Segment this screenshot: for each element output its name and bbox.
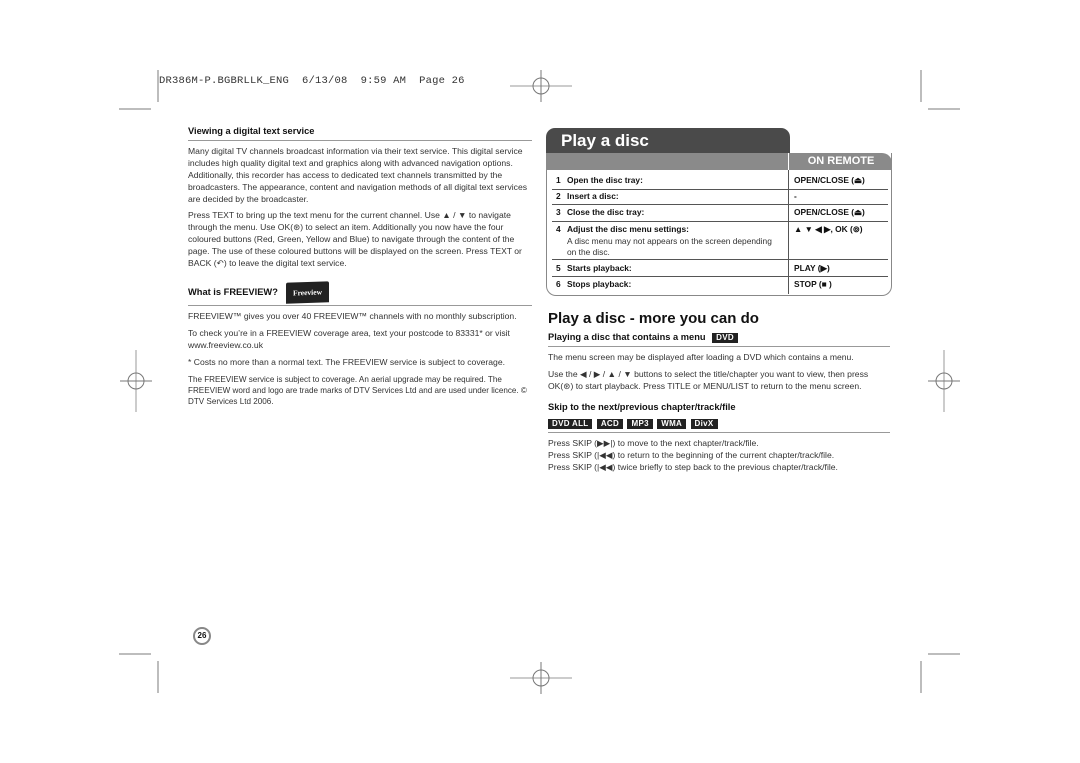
slug-date: 6/13/08 (302, 75, 348, 87)
paragraph: FREEVIEW™ gives you over 40 FREEVIEW™ ch… (188, 310, 517, 321)
freeview-heading: What is FREEVIEW? (188, 286, 278, 297)
format-badge: ACD (596, 418, 624, 429)
crop-mark (157, 661, 159, 693)
registration-mark-icon (120, 350, 152, 412)
format-badge: DVD ALL (548, 418, 593, 429)
step-label: Starts playback: (567, 263, 632, 273)
step-label: Close the disc tray: (567, 207, 645, 217)
remote-key: ▲ ▼ ◀ ▶, OK (⊚) (794, 224, 863, 234)
section-title: Play a disc - more you can do (548, 310, 759, 327)
remote-key: OPEN/CLOSE (⏏) (794, 207, 865, 217)
step-note: A disc menu may not appears on the scree… (567, 236, 772, 257)
step-number: 4 (556, 224, 561, 234)
section-tab-title: Play a disc (546, 128, 790, 154)
menu-heading: Playing a disc that contains a menu (548, 332, 706, 342)
step-row: 3 Close the disc tray: OPEN/CLOSE (⏏) (552, 207, 888, 222)
step-row: 4 Adjust the disc menu settings: A disc … (552, 224, 888, 260)
registration-mark-icon (928, 350, 960, 412)
slug-page: Page 26 (419, 75, 465, 87)
right-column: Playing a disc that contains a menu DVD … (548, 332, 890, 474)
skip-line: Press SKIP (|◀◀) to return to the beginn… (548, 450, 835, 461)
step-row: 5 Starts playback: PLAY (▶) (552, 263, 888, 277)
paragraph: The menu screen may be displayed after l… (548, 351, 854, 362)
crop-mark (928, 108, 960, 110)
crop-mark (119, 653, 151, 655)
step-row: 2 Insert a disc: - (552, 191, 888, 205)
paragraph: Press TEXT to bring up the text menu for… (188, 210, 522, 269)
format-badge: DVD (712, 333, 738, 343)
paragraph: Use the ◀ / ▶ / ▲ / ▼ buttons to select … (548, 368, 869, 391)
footnote: * Costs no more than a normal text. The … (188, 356, 505, 367)
page-number: 26 (193, 627, 211, 645)
left-column: Viewing a digital text service Many digi… (188, 126, 532, 412)
step-label: Stops playback: (567, 279, 632, 289)
step-label: Insert a disc: (567, 191, 619, 201)
format-badge: WMA (657, 418, 687, 429)
step-number: 2 (556, 191, 561, 201)
section-heading: What is FREEVIEW? Freeview (188, 281, 532, 306)
crop-mark (119, 108, 151, 110)
step-row: 1 Open the disc tray: OPEN/CLOSE (⏏) (552, 175, 888, 190)
steps-table-header: ON REMOTE (546, 153, 892, 170)
skip-line: Press SKIP (|◀◀) twice briefly to step b… (548, 462, 838, 473)
step-number: 6 (556, 279, 561, 289)
registration-mark-icon (510, 70, 572, 102)
legal-text: The FREEVIEW service is subject to cover… (188, 374, 527, 406)
format-badges: DVD ALL ACD MP3 WMA DivX (548, 418, 890, 434)
section-heading: Playing a disc that contains a menu DVD (548, 332, 890, 347)
crop-mark (920, 661, 922, 693)
step-number: 5 (556, 263, 561, 273)
freeview-logo: Freeview (285, 281, 329, 304)
slug-time: 9:59 AM (360, 75, 407, 87)
step-number: 3 (556, 207, 561, 217)
print-slug: DR386M-P.BGBRLLK_ENG 6/13/08 9:59 AM Pag… (159, 75, 465, 87)
step-row: 6 Stops playback: STOP (■ ) (552, 279, 888, 292)
remote-key: OPEN/CLOSE (⏏) (794, 175, 865, 185)
crop-mark (920, 70, 922, 102)
slug-file: DR386M-P.BGBRLLK_ENG (159, 75, 290, 87)
section-heading: Skip to the next/previous chapter/track/… (548, 401, 736, 412)
remote-key: - (794, 191, 797, 201)
paragraph: To check you’re in a FREEVIEW coverage a… (188, 327, 510, 350)
on-remote-header: ON REMOTE (788, 153, 893, 170)
remote-key: PLAY (▶) (794, 263, 830, 273)
step-label: Adjust the disc menu settings: (567, 224, 689, 234)
step-number: 1 (556, 175, 561, 185)
section-heading: Viewing a digital text service (188, 126, 532, 141)
format-badge: MP3 (627, 418, 653, 429)
registration-mark-icon (510, 662, 572, 694)
format-badge: DivX (690, 418, 718, 429)
skip-line: Press SKIP (▶▶|) to move to the next cha… (548, 438, 759, 449)
paragraph: Many digital TV channels broadcast infor… (188, 145, 528, 204)
step-label: Open the disc tray: (567, 175, 643, 185)
remote-key: STOP (■ ) (794, 279, 832, 289)
crop-mark (928, 653, 960, 655)
